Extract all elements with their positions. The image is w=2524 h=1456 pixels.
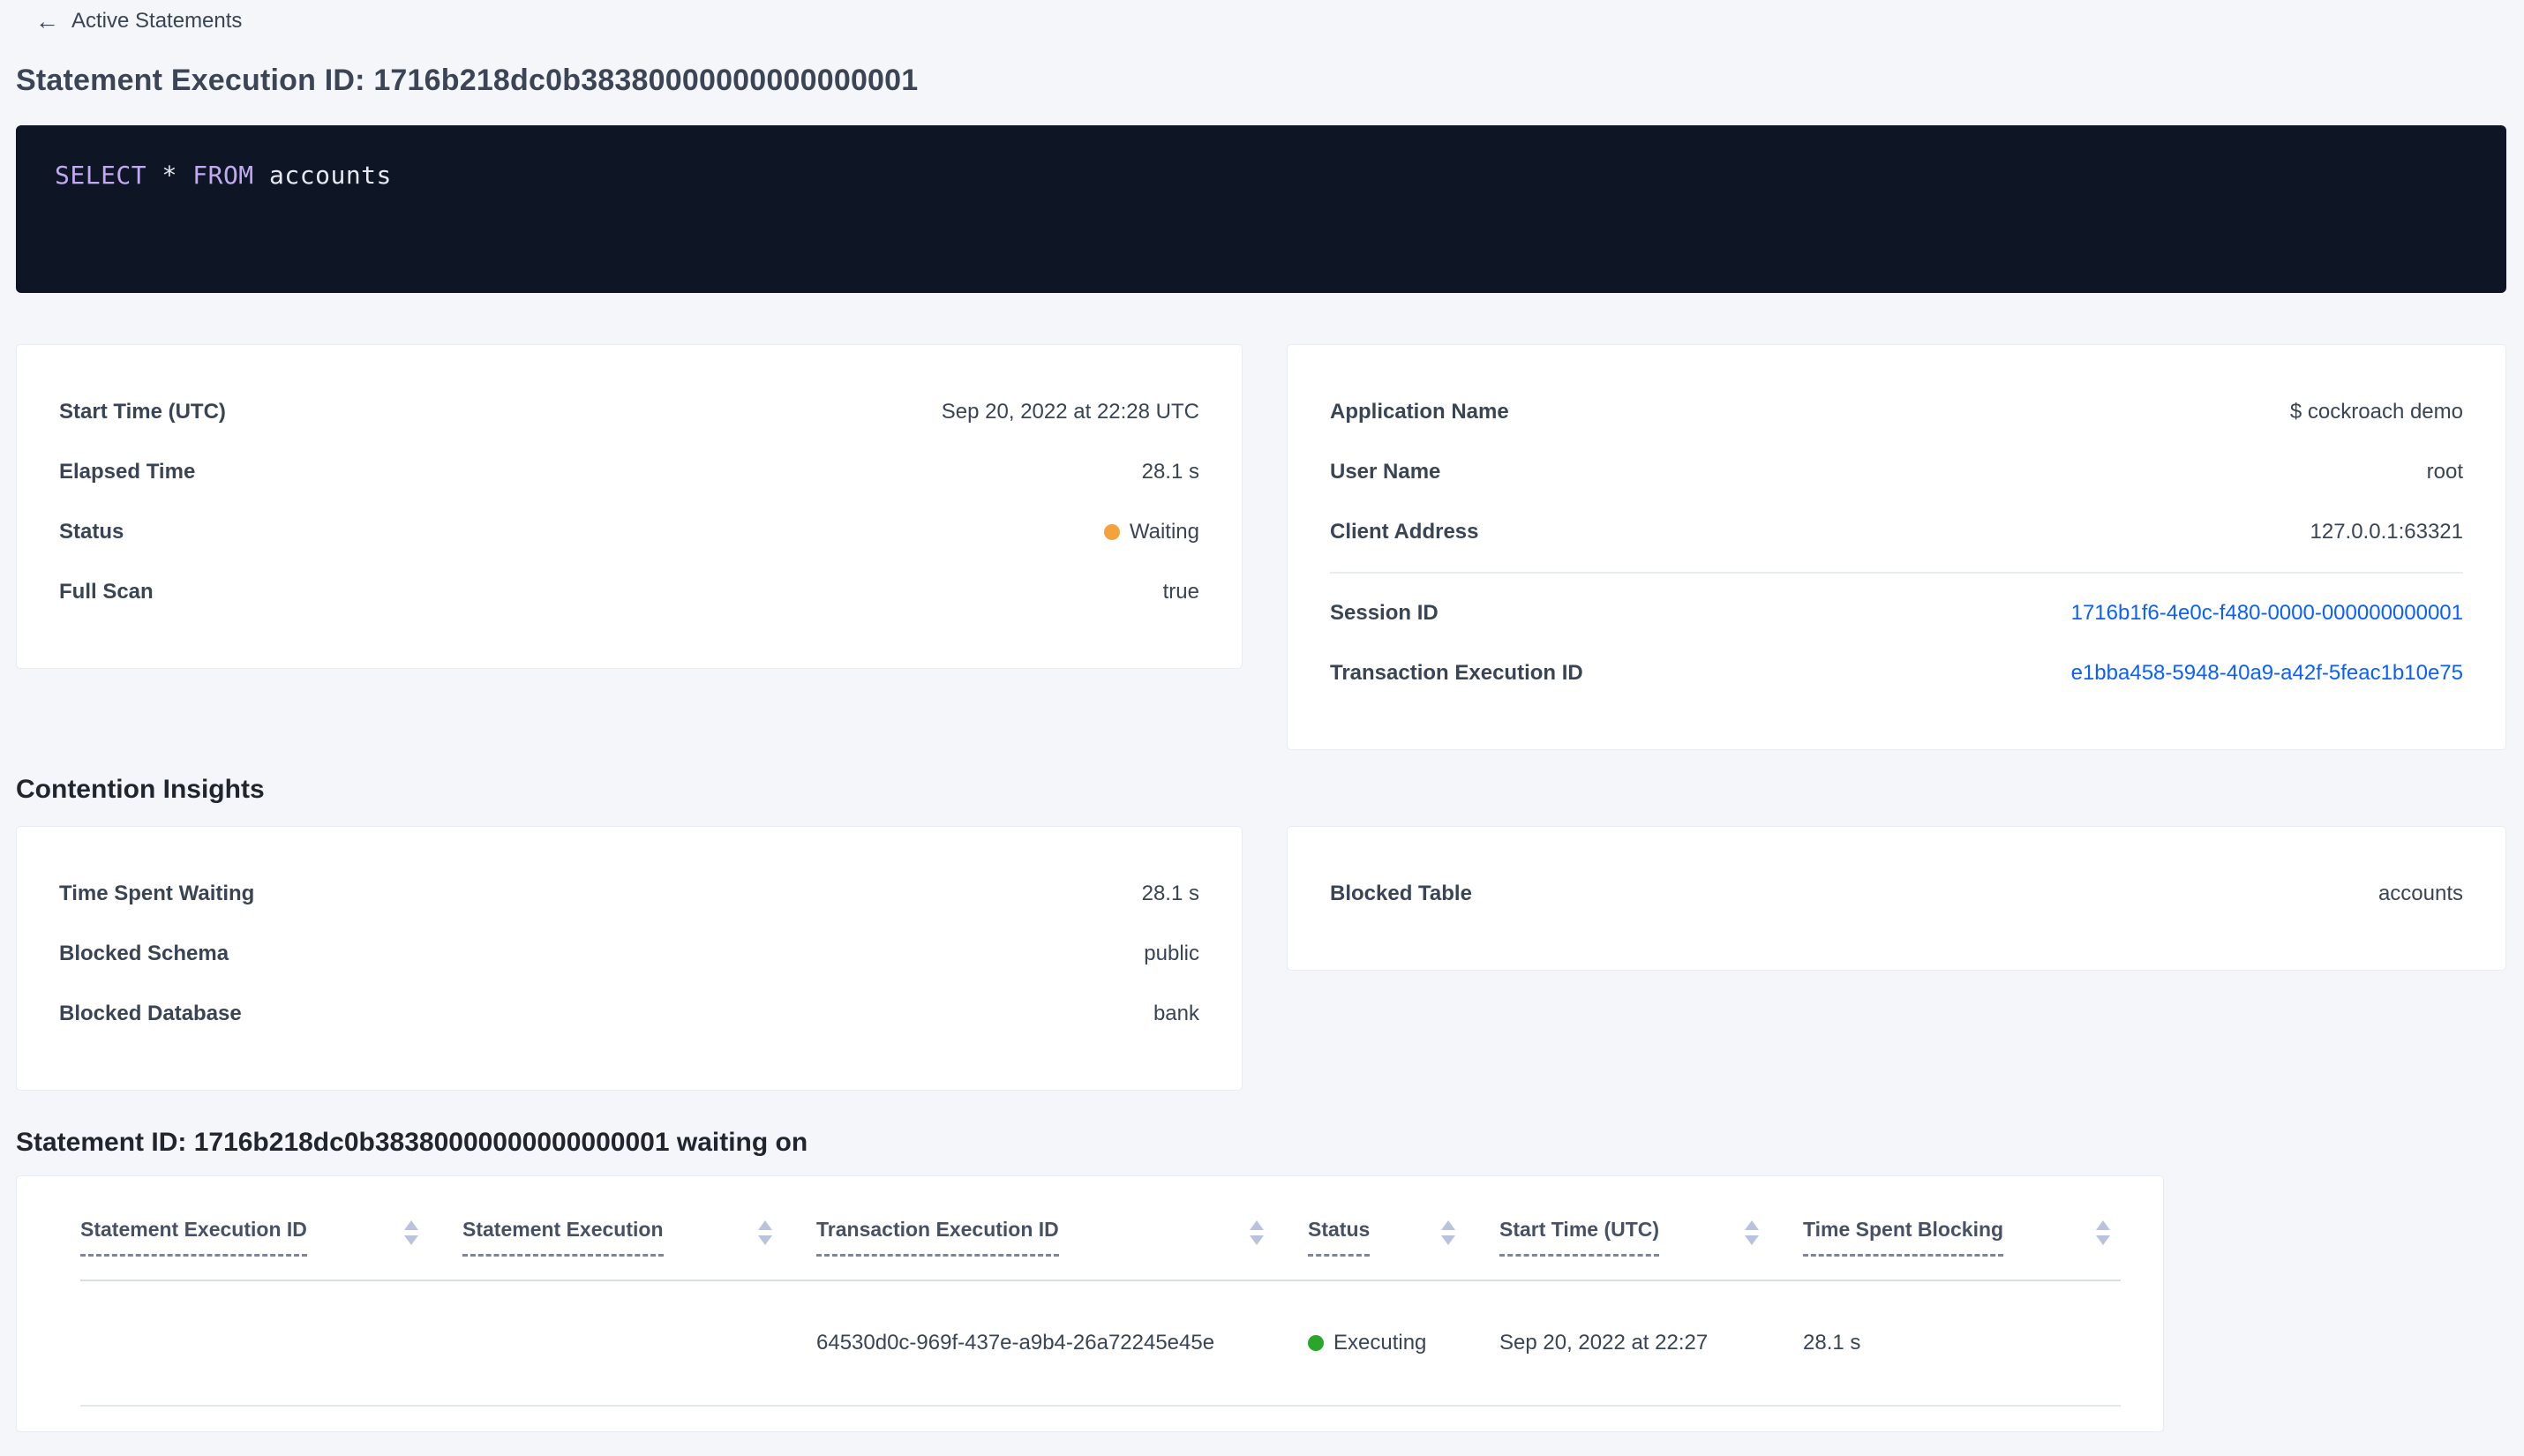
blocked-database-value: bank <box>1153 1002 1199 1025</box>
back-to-active-statements-link[interactable]: Active Statements <box>35 5 2506 37</box>
column-header-time-spent-blocking[interactable]: Time Spent Blocking <box>1803 1215 2121 1280</box>
column-header-statement-execution-id-label: Statement Execution ID <box>80 1215 307 1257</box>
time-spent-waiting-value: 28.1 s <box>1141 882 1199 905</box>
full-scan-label: Full Scan <box>59 580 154 604</box>
full-scan-value: true <box>1162 580 1199 604</box>
column-header-time-spent-blocking-label: Time Spent Blocking <box>1803 1215 2004 1257</box>
transaction-execution-id-label: Transaction Execution ID <box>1330 661 1583 685</box>
waiting-table-header-row: Statement Execution ID Statement Executi… <box>80 1176 2121 1281</box>
column-header-start-time[interactable]: Start Time (UTC) <box>1499 1215 1803 1280</box>
waiting-status-dot-icon <box>1103 524 1120 540</box>
waiting-on-heading: Statement ID: 1716b218dc0b38380000000000… <box>16 1128 808 1157</box>
page-title: Statement Execution ID: 1716b218dc0b3838… <box>16 64 919 97</box>
cell-statement-execution-id <box>80 1281 462 1405</box>
sql-table-name: accounts <box>269 161 392 190</box>
column-header-start-time-label: Start Time (UTC) <box>1499 1215 1660 1257</box>
sort-icon[interactable] <box>404 1220 418 1245</box>
elapsed-time-label: Elapsed Time <box>59 460 196 484</box>
sql-statement-text: SELECT * FROM accounts <box>55 161 2468 190</box>
cell-statement-execution <box>462 1281 816 1405</box>
client-address-row: Client Address 127.0.0.1:63321 <box>1330 502 2463 562</box>
session-id-link[interactable]: 1716b1f6-4e0c-f480-0000-000000000001 <box>2071 601 2463 626</box>
executing-status-dot-icon <box>1308 1335 1324 1351</box>
session-card: Application Name $ cockroach demo User N… <box>1287 344 2506 750</box>
cell-status: Executing <box>1308 1281 1499 1405</box>
contention-card: Time Spent Waiting 28.1 s Blocked Schema… <box>16 826 1243 1091</box>
application-name-label: Application Name <box>1330 400 1509 424</box>
cell-status-text: Executing <box>1333 1331 1427 1355</box>
column-header-status-label: Status <box>1308 1215 1371 1257</box>
contention-insights-heading: Contention Insights <box>16 775 265 804</box>
status-value: Waiting <box>1103 520 1199 544</box>
session-card-divider <box>1330 572 2463 574</box>
blocked-table-label: Blocked Table <box>1330 882 1472 905</box>
cell-transaction-execution-id: 64530d0c-969f-437e-a9b4-26a72245e45e <box>816 1331 1215 1355</box>
elapsed-time-value: 28.1 s <box>1141 460 1199 484</box>
blocked-table-card: Blocked Table accounts <box>1287 826 2506 971</box>
sql-keyword-select: SELECT <box>55 161 147 190</box>
transaction-execution-id-link[interactable]: e1bba458-5948-40a9-a42f-5feac1b10e75 <box>2071 661 2463 686</box>
statement-execution-page: Active Statements Statement Execution ID… <box>0 0 2524 1432</box>
column-header-transaction-execution-id-label: Transaction Execution ID <box>816 1215 1059 1257</box>
back-link-label: Active Statements <box>71 9 243 33</box>
table-row: 64530d0c-969f-437e-a9b4-26a72245e45e Exe… <box>80 1281 2121 1407</box>
sql-star: * <box>162 161 177 190</box>
sort-icon[interactable] <box>1250 1220 1264 1245</box>
time-spent-waiting-label: Time Spent Waiting <box>59 882 255 905</box>
user-name-value: root <box>2426 460 2463 484</box>
sort-icon[interactable] <box>2096 1220 2110 1245</box>
overview-cards-row: Start Time (UTC) Sep 20, 2022 at 22:28 U… <box>16 344 2506 750</box>
blocked-table-value: accounts <box>2378 882 2463 905</box>
contention-cards-row: Time Spent Waiting 28.1 s Blocked Schema… <box>16 826 2506 1091</box>
application-name-row: Application Name $ cockroach demo <box>1330 382 2463 442</box>
sql-keyword-from: FROM <box>192 161 254 190</box>
user-name-row: User Name root <box>1330 442 2463 502</box>
transaction-execution-id-row: Transaction Execution ID e1bba458-5948-4… <box>1330 643 2463 703</box>
overview-card: Start Time (UTC) Sep 20, 2022 at 22:28 U… <box>16 344 1243 669</box>
sql-statement-box: SELECT * FROM accounts <box>16 125 2506 293</box>
client-address-value: 127.0.0.1:63321 <box>2310 520 2464 544</box>
status-row: Status Waiting <box>59 502 1199 562</box>
column-header-transaction-execution-id[interactable]: Transaction Execution ID <box>816 1215 1308 1280</box>
start-time-value: Sep 20, 2022 at 22:28 UTC <box>941 400 1199 424</box>
full-scan-row: Full Scan true <box>59 562 1199 622</box>
time-spent-waiting-row: Time Spent Waiting 28.1 s <box>59 864 1199 924</box>
sort-icon[interactable] <box>1745 1220 1759 1245</box>
status-value-text: Waiting <box>1129 520 1199 544</box>
sort-icon[interactable] <box>1441 1220 1455 1245</box>
blocked-schema-value: public <box>1144 942 1199 965</box>
application-name-value: $ cockroach demo <box>2289 400 2463 424</box>
blocked-database-row: Blocked Database bank <box>59 984 1199 1044</box>
blocked-table-row: Blocked Table accounts <box>1330 864 2463 924</box>
waiting-on-table: Statement Execution ID Statement Executi… <box>16 1175 2164 1432</box>
blocked-database-label: Blocked Database <box>59 1002 242 1025</box>
sort-icon[interactable] <box>758 1220 772 1245</box>
back-arrow-icon <box>35 8 59 35</box>
client-address-label: Client Address <box>1330 520 1479 544</box>
session-id-row: Session ID 1716b1f6-4e0c-f480-0000-00000… <box>1330 583 2463 643</box>
column-header-statement-execution[interactable]: Statement Execution <box>462 1215 816 1280</box>
elapsed-time-row: Elapsed Time 28.1 s <box>59 442 1199 502</box>
cell-time-spent-blocking: 28.1 s <box>1803 1331 1861 1355</box>
blocked-schema-label: Blocked Schema <box>59 942 229 965</box>
blocked-schema-row: Blocked Schema public <box>59 924 1199 984</box>
user-name-label: User Name <box>1330 460 1441 484</box>
column-header-status[interactable]: Status <box>1308 1215 1499 1280</box>
start-time-label: Start Time (UTC) <box>59 400 226 424</box>
start-time-row: Start Time (UTC) Sep 20, 2022 at 22:28 U… <box>59 382 1199 442</box>
session-id-label: Session ID <box>1330 601 1439 625</box>
cell-start-time: Sep 20, 2022 at 22:27 <box>1499 1331 1709 1355</box>
status-label: Status <box>59 520 124 544</box>
column-header-statement-execution-id[interactable]: Statement Execution ID <box>80 1215 462 1280</box>
column-header-statement-execution-label: Statement Execution <box>462 1215 664 1257</box>
